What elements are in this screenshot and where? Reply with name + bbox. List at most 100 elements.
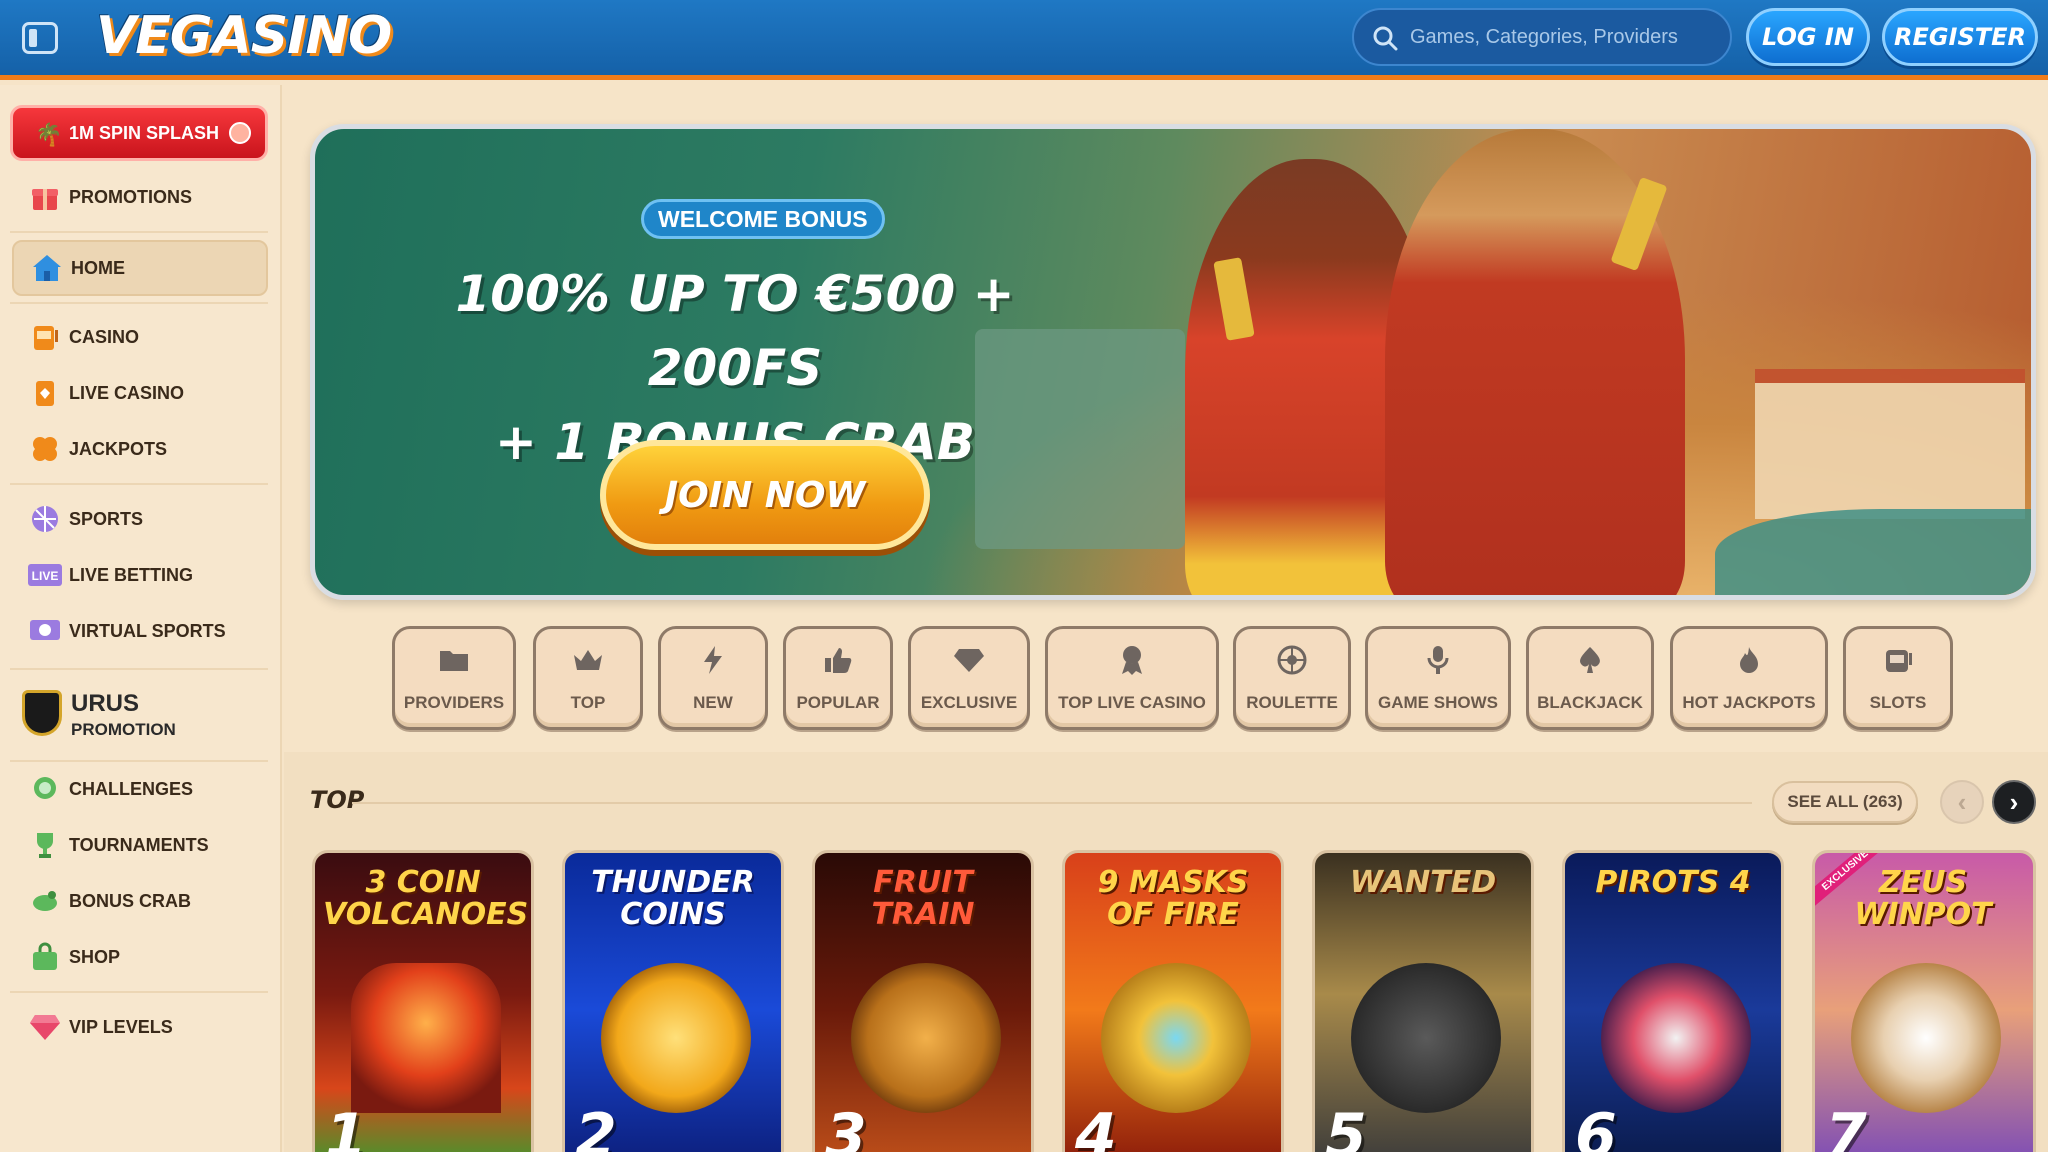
- sidebar-item-virtual-sports[interactable]: VIRTUAL SPORTS: [12, 606, 268, 656]
- top-header: VEGASINO LOG IN REGISTER: [0, 0, 2048, 80]
- roulette-icon: [1275, 645, 1309, 675]
- ball-icon: [229, 122, 251, 144]
- see-all-button[interactable]: SEE ALL (263): [1772, 781, 1918, 823]
- game-title: ZEUS WINPOT: [1854, 865, 1992, 932]
- sidebar-item-promotions[interactable]: PROMOTIONS: [12, 172, 268, 222]
- site-logo[interactable]: VEGASINO: [96, 6, 392, 66]
- game-tile[interactable]: EXCLUSIVE ZEUS WINPOT 7: [1812, 850, 2036, 1152]
- carousel-next-button[interactable]: ›: [1992, 780, 2036, 824]
- trophy-icon: [28, 828, 62, 862]
- welcome-bonus-badge: WELCOME BONUS: [641, 199, 885, 239]
- category-exclusive[interactable]: EXCLUSIVE: [908, 626, 1030, 730]
- category-top-live-casino[interactable]: TOP LIVE CASINO: [1045, 626, 1219, 730]
- cowboy-art: [1351, 963, 1501, 1113]
- game-title: THUNDER COINS: [591, 865, 755, 932]
- category-label: BLACKJACK: [1537, 693, 1643, 712]
- volcano-art: [351, 963, 501, 1113]
- join-now-button[interactable]: JOIN NOW: [600, 440, 930, 550]
- banner-water-illustration: [1715, 509, 2031, 595]
- award-icon: [1115, 645, 1149, 675]
- carousel-prev-button[interactable]: ‹: [1940, 780, 1984, 824]
- login-button[interactable]: LOG IN: [1746, 8, 1870, 66]
- sidebar-item-live-betting[interactable]: LIVE LIVE BETTING: [12, 550, 268, 600]
- category-providers[interactable]: PROVIDERS: [392, 626, 516, 730]
- palm-tree-icon: 🌴: [35, 122, 63, 147]
- game-rank: 5: [1325, 1101, 1367, 1152]
- category-label: HOT JACKPOTS: [1682, 693, 1816, 712]
- sidebar-toggle-icon[interactable]: [22, 22, 58, 54]
- train-art: [851, 963, 1001, 1113]
- game-tile[interactable]: THUNDER COINS 2: [562, 850, 784, 1152]
- welcome-bonus-banner[interactable]: WELCOME BONUS 100% UP TO €500 + 200FS + …: [310, 124, 2036, 600]
- crab-icon: [28, 884, 62, 918]
- urus-promotion-link[interactable]: URUS PROMOTION: [12, 682, 268, 752]
- sidebar-item-home[interactable]: HOME: [12, 240, 268, 296]
- game-tile[interactable]: PIROTS 4 6: [1562, 850, 1784, 1152]
- section-title: TOP: [310, 786, 365, 814]
- game-tile[interactable]: 9 MASKS OF FIRE 4: [1062, 850, 1284, 1152]
- clover-icon: [28, 432, 62, 466]
- slot-machine-icon: [1881, 645, 1915, 675]
- game-rank: 2: [575, 1101, 617, 1152]
- search-icon: [1373, 26, 1398, 51]
- category-game-shows[interactable]: GAME SHOWS: [1365, 626, 1511, 730]
- game-tile[interactable]: 3 COIN VOLCANOES 1: [312, 850, 534, 1152]
- category-label: NEW: [693, 693, 733, 712]
- register-button[interactable]: REGISTER: [1882, 8, 2038, 66]
- category-label: PROVIDERS: [403, 693, 505, 712]
- urus-subtitle: PROMOTION: [71, 720, 176, 739]
- diamond-icon: [952, 645, 986, 675]
- divider: [10, 991, 268, 993]
- sidebar-item-label: TOURNAMENTS: [69, 834, 209, 855]
- sidebar-item-sports[interactable]: SPORTS: [12, 494, 268, 544]
- section-divider: [352, 802, 1752, 804]
- sidebar-item-label: CASINO: [69, 326, 140, 347]
- spin-splash-button[interactable]: 🌴 1M SPIN SPLASH: [10, 105, 268, 161]
- game-tile[interactable]: WANTED 5: [1312, 850, 1534, 1152]
- chevron-right-icon: ›: [2009, 786, 2019, 817]
- category-label: EXCLUSIVE: [920, 693, 1018, 712]
- category-label: ROULETTE: [1246, 693, 1338, 712]
- lightning-coin-art: [601, 963, 751, 1113]
- category-roulette[interactable]: ROULETTE: [1233, 626, 1351, 730]
- category-hot-jackpots[interactable]: HOT JACKPOTS: [1670, 626, 1828, 730]
- sidebar-item-bonus-crab[interactable]: BONUS CRAB: [12, 876, 268, 926]
- urus-title: URUS: [71, 690, 140, 717]
- diamond-icon: [28, 1010, 62, 1044]
- category-blackjack[interactable]: BLACKJACK: [1526, 626, 1654, 730]
- game-title: PIROTS 4: [1595, 865, 1751, 900]
- category-slots[interactable]: SLOTS: [1843, 626, 1953, 730]
- svg-text:LIVE: LIVE: [32, 569, 59, 583]
- category-label: TOP LIVE CASINO: [1058, 693, 1206, 712]
- sidebar-item-label: JACKPOTS: [69, 438, 168, 459]
- sidebar-item-tournaments[interactable]: TOURNAMENTS: [12, 820, 268, 870]
- category-label: SLOTS: [1869, 693, 1927, 712]
- zeus-art: [1851, 963, 2001, 1113]
- sidebar-item-label: VIP LEVELS: [69, 1016, 173, 1037]
- sidebar-item-challenges[interactable]: CHALLENGES: [12, 764, 268, 814]
- sidebar-item-shop[interactable]: SHOP: [12, 932, 268, 982]
- sidebar-item-jackpots[interactable]: JACKPOTS: [12, 424, 268, 474]
- folder-icon: [437, 645, 471, 675]
- sidebar-item-label: CHALLENGES: [69, 778, 194, 799]
- sidebar-item-vip-levels[interactable]: VIP LEVELS: [12, 1002, 268, 1052]
- game-title: WANTED: [1349, 865, 1497, 900]
- ball-icon: [28, 502, 62, 536]
- sidebar-item-live-casino[interactable]: LIVE CASINO: [12, 368, 268, 418]
- search-bar[interactable]: [1352, 8, 1732, 66]
- sidebar-item-casino[interactable]: CASINO: [12, 312, 268, 362]
- category-new[interactable]: NEW: [658, 626, 768, 730]
- game-tile[interactable]: FRUIT TRAIN 3: [812, 850, 1034, 1152]
- divider: [10, 668, 268, 670]
- divider: [10, 302, 268, 304]
- microphone-icon: [1421, 645, 1455, 675]
- sidebar-item-label: LIVE BETTING: [69, 564, 194, 585]
- category-popular[interactable]: POPULAR: [783, 626, 893, 730]
- crown-icon: [571, 645, 605, 675]
- spin-splash-label: 1M SPIN SPLASH: [69, 122, 220, 143]
- category-top[interactable]: TOP: [533, 626, 643, 730]
- live-badge-icon: LIVE: [28, 558, 62, 592]
- sidebar-item-label: PROMOTIONS: [69, 186, 193, 207]
- search-input[interactable]: [1410, 10, 1720, 64]
- banner-headline-line1: 100% UP TO €500 + 200FS: [455, 265, 1015, 397]
